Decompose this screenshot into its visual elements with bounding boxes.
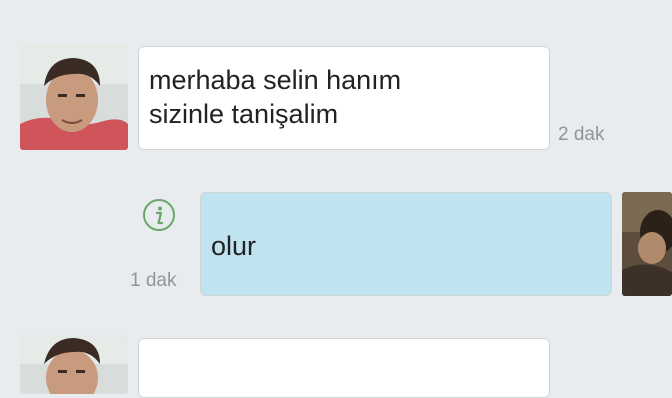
- message-bubble-outgoing[interactable]: olur: [200, 192, 612, 296]
- chat-thread: merhaba selin hanım sizinle tanişalim 2 …: [0, 0, 672, 398]
- message-text: merhaba selin hanım sizinle tanişalim: [149, 65, 402, 129]
- recipient-avatar-photo: [622, 192, 672, 296]
- message-timestamp: 1 dak: [130, 270, 177, 291]
- message-timestamp: 2 dak: [558, 124, 605, 145]
- message-bubble-incoming[interactable]: merhaba selin hanım sizinle tanişalim: [138, 46, 550, 150]
- recipient-avatar[interactable]: [622, 192, 672, 296]
- info-icon[interactable]: [142, 198, 176, 232]
- message-text: olur: [211, 231, 257, 261]
- sender-avatar-photo: [20, 334, 128, 394]
- sender-avatar[interactable]: [20, 44, 128, 150]
- sender-avatar-photo: [20, 44, 128, 150]
- sender-avatar[interactable]: [20, 334, 128, 394]
- message-bubble-incoming[interactable]: [138, 338, 550, 398]
